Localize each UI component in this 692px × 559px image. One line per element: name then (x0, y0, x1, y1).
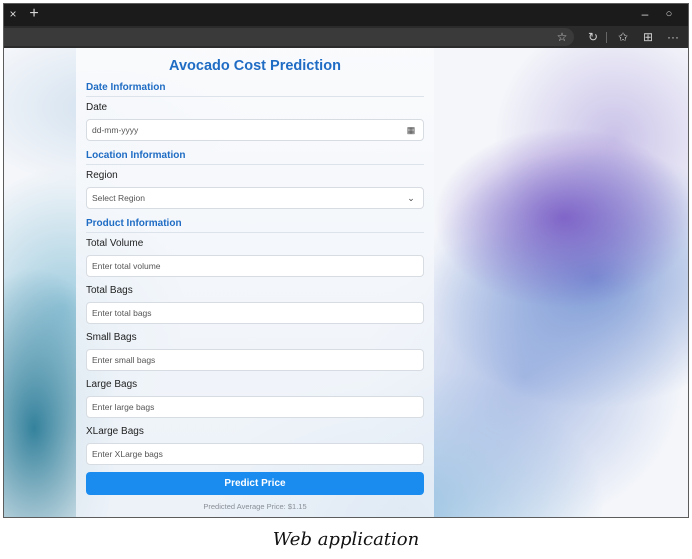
section-date-heading: Date Information (86, 82, 166, 93)
large-bags-input[interactable]: Enter large bags (86, 396, 424, 418)
large-bags-label: Large Bags (86, 379, 138, 390)
total-volume-placeholder: Enter total volume (92, 261, 161, 271)
predict-price-button[interactable]: Predict Price (86, 472, 424, 495)
toolbar-divider (606, 32, 607, 43)
total-volume-label: Total Volume (86, 238, 144, 249)
region-selected-value: Select Region (92, 193, 145, 203)
favorite-star-icon[interactable]: ☆ (554, 29, 570, 45)
total-bags-label: Total Bags (86, 285, 133, 296)
favorites-icon[interactable]: ✩ (615, 29, 631, 45)
xlarge-bags-input[interactable]: Enter XLarge bags (86, 443, 424, 465)
region-label: Region (86, 170, 118, 181)
small-bags-label: Small Bags (86, 332, 137, 343)
close-tab-icon[interactable]: × (6, 7, 20, 21)
section-divider (86, 164, 424, 165)
title-bar: × + – ○ (4, 4, 688, 26)
xlarge-bags-placeholder: Enter XLarge bags (92, 449, 163, 459)
more-menu-icon[interactable]: ··· (664, 29, 682, 45)
calendar-icon[interactable]: ▦ (405, 123, 417, 137)
figure-caption: Web application (272, 529, 420, 550)
browser-toolbar: ☆ ↻ ✩ ⊞ ··· (4, 26, 688, 48)
small-bags-input[interactable]: Enter small bags (86, 349, 424, 371)
total-volume-input[interactable]: Enter total volume (86, 255, 424, 277)
address-bar[interactable] (4, 28, 574, 46)
minimize-icon[interactable]: – (638, 7, 652, 21)
refresh-icon[interactable]: ↻ (585, 29, 601, 45)
total-bags-input[interactable]: Enter total bags (86, 302, 424, 324)
browser-window: × + – ○ ☆ ↻ ✩ ⊞ ··· Avocado Cost Predict… (3, 3, 689, 518)
restore-icon[interactable]: ○ (662, 7, 676, 21)
large-bags-placeholder: Enter large bags (92, 402, 155, 412)
small-bags-placeholder: Enter small bags (92, 355, 156, 365)
prediction-form: Avocado Cost Prediction Date Information… (76, 48, 434, 517)
section-divider (86, 96, 424, 97)
section-divider (86, 232, 424, 233)
section-product-heading: Product Information (86, 218, 182, 229)
date-input[interactable]: dd-mm-yyyy ▦ (86, 119, 424, 141)
predicted-price-result: Predicted Average Price: $1.15 (203, 502, 307, 511)
page-background: Avocado Cost Prediction Date Information… (4, 48, 688, 517)
total-bags-placeholder: Enter total bags (92, 308, 152, 318)
new-tab-icon[interactable]: + (26, 5, 42, 23)
date-label: Date (86, 102, 108, 113)
page-title: Avocado Cost Prediction (169, 58, 341, 74)
collections-icon[interactable]: ⊞ (640, 29, 656, 45)
region-select[interactable]: Select Region ⌄ (86, 187, 424, 209)
section-location-heading: Location Information (86, 150, 186, 161)
chevron-down-icon: ⌄ (407, 193, 415, 203)
date-placeholder: dd-mm-yyyy (92, 125, 139, 135)
xlarge-bags-label: XLarge Bags (86, 426, 144, 437)
